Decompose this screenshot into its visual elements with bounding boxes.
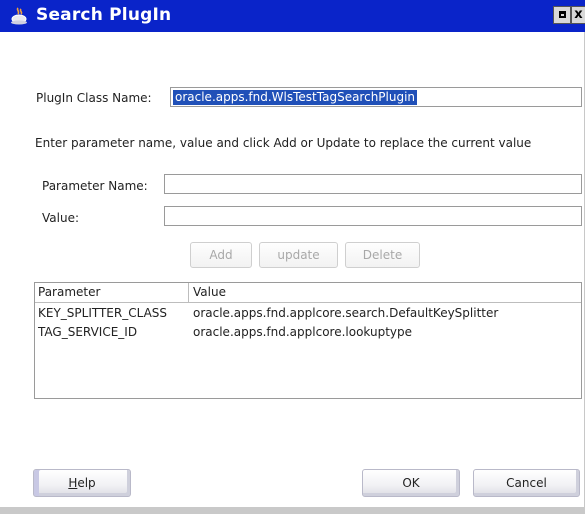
help-label-rest: elp — [77, 476, 96, 490]
column-header-parameter[interactable]: Parameter — [38, 285, 100, 299]
cancel-button[interactable]: Cancel — [473, 469, 580, 497]
parameter-name-input[interactable] — [165, 175, 581, 193]
search-plugin-dialog: Search PlugIn x PlugIn Class Name: oracl… — [0, 0, 585, 514]
plugin-class-field[interactable]: oracle.apps.fnd.WlsTestTagSearchPlugin — [170, 87, 582, 107]
instructions-text: Enter parameter name, value and click Ad… — [35, 136, 532, 150]
help-label-mnemonic: H — [68, 476, 78, 490]
ok-button[interactable]: OK — [362, 469, 460, 497]
table-row[interactable]: TAG_SERVICE_ID oracle.apps.fnd.applcore.… — [35, 323, 581, 342]
java-cup-icon — [11, 7, 27, 25]
parameter-name-label: Parameter Name: — [42, 179, 148, 193]
close-button[interactable]: x — [571, 6, 585, 24]
title-bar[interactable]: Search PlugIn x — [0, 0, 585, 32]
parameters-table[interactable]: Parameter Value KEY_SPLITTER_CLASS oracl… — [34, 282, 582, 399]
dialog-title: Search PlugIn — [36, 5, 172, 25]
close-icon: x — [574, 7, 583, 22]
plugin-class-value: oracle.apps.fnd.WlsTestTagSearchPlugin — [173, 90, 418, 105]
column-divider[interactable] — [188, 283, 189, 302]
delete-button[interactable]: Delete — [345, 242, 420, 268]
column-header-value[interactable]: Value — [193, 285, 226, 299]
value-label: Value: — [42, 211, 79, 225]
table-header: Parameter Value — [35, 283, 581, 303]
value-field[interactable] — [164, 206, 582, 226]
parameter-name-field[interactable] — [164, 174, 582, 194]
row-parameter: TAG_SERVICE_ID — [38, 325, 138, 339]
update-button[interactable]: update — [259, 242, 338, 268]
window-bottom-edge — [0, 507, 585, 514]
row-value: oracle.apps.fnd.applcore.lookuptype — [193, 325, 413, 339]
plugin-class-label: PlugIn Class Name: — [36, 91, 152, 105]
value-input[interactable] — [165, 207, 581, 225]
maximize-icon — [558, 11, 566, 18]
add-button[interactable]: Add — [190, 242, 252, 268]
help-button[interactable]: Help — [33, 469, 131, 497]
table-row[interactable]: KEY_SPLITTER_CLASS oracle.apps.fnd.applc… — [35, 304, 581, 323]
row-value: oracle.apps.fnd.applcore.search.DefaultK… — [193, 306, 499, 320]
maximize-button[interactable] — [553, 6, 571, 24]
row-parameter: KEY_SPLITTER_CLASS — [38, 306, 168, 320]
